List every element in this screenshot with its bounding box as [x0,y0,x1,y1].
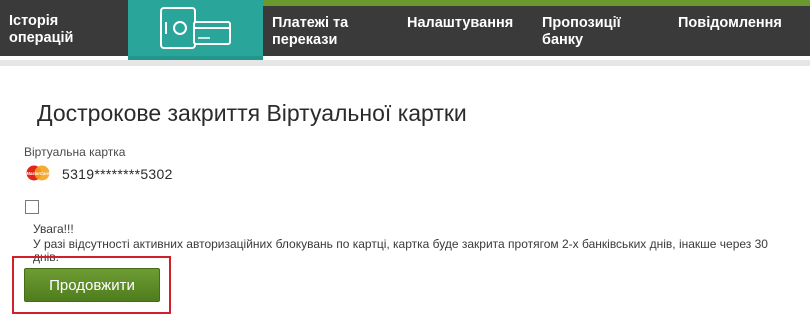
safe-with-card-icon [160,7,231,49]
nav-settings-label: Налаштування [407,15,514,31]
card-field-label: Віртуальна картка [24,145,126,159]
nav-item-settings[interactable]: Налаштування [398,0,533,56]
card-brand-text: MasterCard [26,171,49,176]
nav-messages-label: Повідомлення [678,15,782,31]
nav-history-line2: операцій [9,30,74,46]
continue-button[interactable]: Продовжити [24,268,160,302]
nav-payments-line2: перекази [272,32,338,48]
nav-divider-strip [0,60,810,66]
mastercard-icon: MasterCard [26,165,50,181]
nav-item-payments[interactable]: Платежі та перекази [263,0,398,56]
warning-title: Увага!!! [33,222,74,236]
confirm-checkbox[interactable] [25,200,39,214]
nav-item-offers[interactable]: Пропозиції банку [533,0,669,56]
nav-item-accounts-active[interactable] [128,0,263,60]
nav-item-messages[interactable]: Повідомлення [669,0,810,56]
nav-history-line1: Історія [9,13,59,29]
page-title: Дострокове закриття Віртуальної картки [37,100,467,126]
nav-payments-line1: Платежі та [272,15,349,31]
nav-item-history[interactable]: Історія операцій [0,0,128,56]
top-navigation: Історія операцій Платежі та перекази Нал… [0,0,810,60]
nav-offers-line1: Пропозиції [542,15,621,31]
nav-offers-line2: банку [542,32,584,48]
card-number: 5319********5302 [62,166,173,182]
